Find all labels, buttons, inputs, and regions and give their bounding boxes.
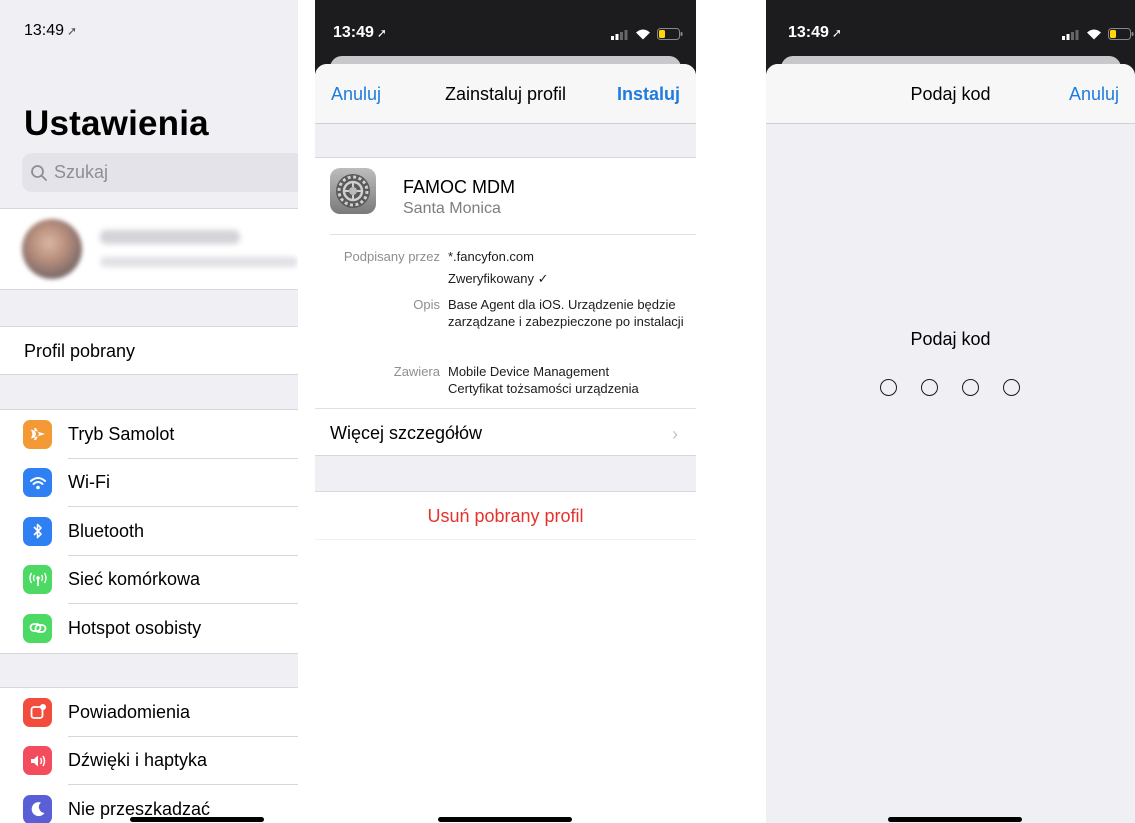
home-indicator[interactable] xyxy=(888,817,1022,822)
status-bar: 13:49 ➚ xyxy=(333,24,387,42)
signal-icon xyxy=(611,29,628,40)
empty-area xyxy=(315,540,696,823)
settings-item-bluetooth[interactable]: Bluetooth xyxy=(0,507,298,556)
settings-item-label: Sieć komórkowa xyxy=(68,569,201,590)
signed-value: *.fancyfon.com xyxy=(448,249,534,264)
hotspot-icon xyxy=(23,613,52,643)
apple-id-row[interactable] xyxy=(0,208,298,290)
profile-info-card: FAMOC MDM Santa Monica Podpisany przez *… xyxy=(315,157,696,409)
settings-screen: 13:49 ➚ Ustawienia Szukaj Profil pobrany … xyxy=(0,0,298,823)
description-value: Base Agent dla iOS. Urządzenie będzie za… xyxy=(448,297,684,329)
sounds-icon xyxy=(23,746,52,776)
passcode-dot xyxy=(1003,379,1020,396)
settings-item-hotspot[interactable]: Hotspot osobisty xyxy=(0,604,298,653)
settings-item-label: Bluetooth xyxy=(68,520,145,541)
settings-item-airplane[interactable]: Tryb Samolot xyxy=(0,410,298,459)
location-arrow-icon: ➚ xyxy=(831,26,842,40)
more-details-label: Więcej szczegółów xyxy=(330,423,483,443)
settings-item-label: Wi-Fi xyxy=(68,472,110,493)
passcode-dots xyxy=(880,379,1020,396)
signed-label: Podpisany przez xyxy=(343,249,440,264)
cancel-button[interactable]: Anuluj xyxy=(1069,84,1119,105)
passcode-prompt: Podaj kod xyxy=(910,329,991,349)
search-placeholder: Szukaj xyxy=(54,162,109,182)
status-bar: 13:49 ➚ xyxy=(24,22,77,40)
settings-item-wifi[interactable]: Wi-Fi xyxy=(0,459,298,507)
search-input[interactable]: Szukaj xyxy=(22,153,298,192)
wifi-icon xyxy=(23,468,52,498)
avatar xyxy=(22,219,82,279)
status-icons xyxy=(1062,28,1134,40)
home-indicator[interactable] xyxy=(130,817,264,822)
divider xyxy=(330,234,696,235)
passcode-dot xyxy=(921,379,938,396)
battery-icon xyxy=(657,28,683,40)
status-time: 13:49 xyxy=(333,24,374,41)
profile-organization: Santa Monica xyxy=(403,200,501,217)
wifi-status-icon xyxy=(636,29,650,40)
connectivity-group: Tryb Samolot Wi-Fi Bluetooth Sieć komórk… xyxy=(0,409,298,654)
home-indicator[interactable] xyxy=(438,817,572,822)
status-time: 13:49 xyxy=(788,24,829,41)
passcode-dot xyxy=(962,379,979,396)
status-time: 13:49 xyxy=(24,22,65,39)
status-icons xyxy=(611,28,683,40)
settings-item-cellular[interactable]: Sieć komórkowa xyxy=(0,556,298,604)
settings-item-sounds[interactable]: Dźwięki i haptyka xyxy=(0,737,298,785)
nav-bar: Anuluj Zainstaluj profil Instaluj xyxy=(315,64,696,124)
search-icon xyxy=(31,164,47,181)
more-details-row[interactable]: Więcej szczegółów › xyxy=(315,408,696,456)
settings-item-label: Dźwięki i haptyka xyxy=(68,750,208,771)
contains-value-2: Certyfikat tożsamości urządzenia xyxy=(448,381,639,396)
page-title: Ustawienia xyxy=(24,104,209,143)
wifi-status-icon xyxy=(1087,29,1101,40)
settings-gear-icon xyxy=(330,168,376,214)
signal-icon xyxy=(1062,29,1079,40)
passcode-body: Podaj kod xyxy=(766,124,1135,823)
install-button[interactable]: Instaluj xyxy=(617,84,680,105)
chevron-right-icon: › xyxy=(672,424,678,444)
location-arrow-icon: ➚ xyxy=(67,24,78,38)
install-sheet: Anuluj Zainstaluj profil Instaluj FAMOC … xyxy=(315,64,696,823)
settings-item-notifications[interactable]: Powiadomienia xyxy=(0,688,298,737)
status-bar: 13:49 ➚ xyxy=(788,24,842,42)
settings-item-label: Tryb Samolot xyxy=(68,423,175,444)
notifications-icon xyxy=(23,697,52,727)
description-label: Opis xyxy=(413,297,440,312)
verified-badge: Zweryfikowany ✓ xyxy=(448,271,549,286)
airplane-icon xyxy=(23,419,52,449)
passcode-dot xyxy=(880,379,897,396)
nav-bar: Podaj kod Anuluj xyxy=(766,64,1135,124)
blurred-name xyxy=(100,230,240,244)
moon-icon xyxy=(23,794,52,823)
install-profile-screen: 13:49 ➚ Anuluj Zainstaluj profil Instaluj… xyxy=(315,0,696,823)
cellular-icon xyxy=(23,565,52,595)
remove-profile-button[interactable]: Usuń pobrany profil xyxy=(315,491,696,539)
settings-item-label: Powiadomienia xyxy=(68,701,191,722)
notifications-group: Powiadomienia Dźwięki i haptyka Nie prze… xyxy=(0,687,298,823)
passcode-screen: 13:49 ➚ Podaj kod Anuluj Podaj kod xyxy=(766,0,1135,823)
contains-label: Zawiera xyxy=(393,364,440,379)
blurred-subtitle xyxy=(100,257,298,267)
settings-item-label: Hotspot osobisty xyxy=(68,617,202,638)
location-arrow-icon: ➚ xyxy=(376,26,387,40)
battery-icon xyxy=(1108,28,1134,40)
passcode-sheet: Podaj kod Anuluj Podaj kod xyxy=(766,64,1135,823)
downloaded-profile-row[interactable]: Profil pobrany xyxy=(0,326,298,375)
profile-name: FAMOC MDM xyxy=(403,177,515,197)
contains-value-1: Mobile Device Management xyxy=(448,364,610,379)
bluetooth-icon xyxy=(23,516,52,546)
